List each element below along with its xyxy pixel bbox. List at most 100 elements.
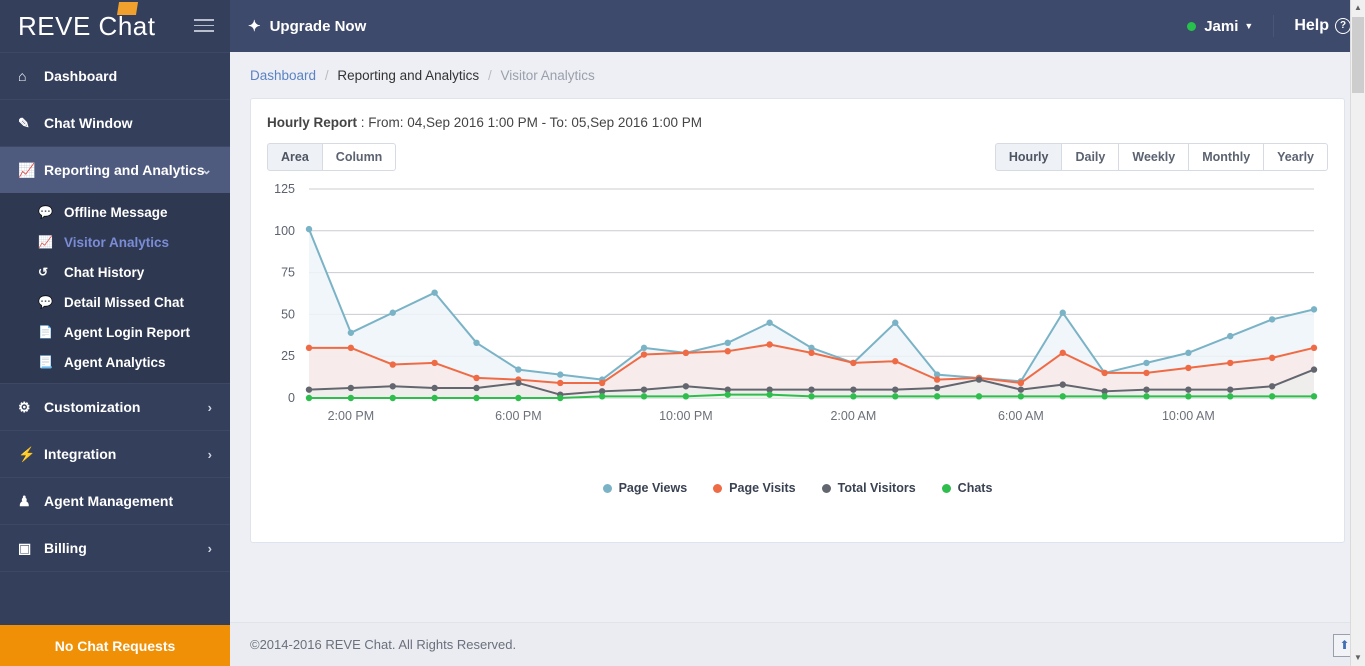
period-daily-button[interactable]: Daily [1061,143,1120,171]
upgrade-now-button[interactable]: ✦ Upgrade Now [248,17,367,36]
x-axis-tick-label: 6:00 AM [998,409,1044,423]
legend-item-chats[interactable]: Chats [941,481,992,495]
legend-swatch-icon [821,483,831,493]
legend-swatch-icon [602,483,612,493]
chart-type-column-button[interactable]: Column [321,143,397,171]
compose-icon: ✎ [18,114,30,131]
sidebar-spacer [0,571,230,625]
help-button[interactable]: Help ? [1294,17,1351,35]
chat-requests-banner[interactable]: No Chat Requests [0,625,230,666]
sidebar-item-label: Integration [44,446,117,462]
chart-point [766,341,773,348]
chart-point [389,394,396,402]
breadcrumb-link-dashboard[interactable]: Dashboard [250,68,316,83]
x-axis-tick-label: 10:00 PM [659,409,713,423]
sidebar-item-agent-analytics[interactable]: 📃 Agent Analytics [0,347,230,377]
sidebar-item-label: Billing [44,540,87,556]
chart-point [724,339,731,347]
breadcrumb-separator: / [487,68,492,83]
chart-point [1227,332,1234,340]
user-menu[interactable]: Jami ▼ [1187,18,1253,35]
chart-point [975,376,983,383]
period-weekly-button[interactable]: Weekly [1118,143,1190,171]
scrollbar-thumb[interactable] [1352,17,1364,93]
home-icon: ⌂ [18,68,27,84]
report-card: Hourly Report : From: 04,Sep 2016 1:00 P… [250,98,1345,543]
chart-point [347,394,355,402]
chart-point [808,393,815,400]
chart-point [1268,316,1276,323]
y-axis-tick-label: 75 [281,266,295,280]
chart-point [640,386,648,393]
brand-flag-icon [117,1,139,15]
sidebar-item-detail-missed-chat[interactable]: 💬 Detail Missed Chat [0,287,230,317]
chart-point [1059,381,1066,388]
chart-point [640,351,648,358]
chevron-right-icon: › [207,540,212,556]
chart-point [305,394,313,402]
chart-point [1143,359,1150,367]
question-circle-icon: ? [1335,18,1351,34]
chart-point [389,309,396,316]
chart-type-area-button[interactable]: Area [267,143,323,171]
chart-point [1101,369,1108,377]
sidebar-submenu-reporting: 💬 Offline Message 📈 Visitor Analytics ↺ … [0,193,230,383]
sidebar-subitem-label: Visitor Analytics [64,234,170,250]
report-title-label: Hourly Report [267,115,358,130]
sidebar-item-agent-login-report[interactable]: 📄 Agent Login Report [0,317,230,347]
chevron-down-icon: ⌄ [201,162,212,177]
scrollbar-up-arrow-icon[interactable]: ▲ [1351,0,1365,16]
sidebar-item-label: Reporting and Analytics [44,162,205,178]
scrollbar-down-arrow-icon[interactable]: ▼ [1351,650,1365,666]
chart-point [892,319,899,326]
chart-point [515,366,522,373]
file-lines-icon: 📃 [38,355,53,369]
hamburger-icon[interactable] [194,19,214,36]
sidebar-item-visitor-analytics[interactable]: 📈 Visitor Analytics [0,227,230,257]
period-hourly-button[interactable]: Hourly [994,143,1063,171]
sidebar-item-offline-message[interactable]: 💬 Offline Message [0,197,230,227]
page-scrollbar[interactable]: ▲ ▼ [1350,0,1365,666]
chart-point [682,349,690,357]
period-monthly-button[interactable]: Monthly [1188,143,1265,171]
sidebar-item-billing[interactable]: ▣ Billing › [0,524,230,571]
chart-point [808,349,815,357]
sidebar-item-chat-window[interactable]: ✎ Chat Window [0,99,230,146]
chart-point [1059,349,1066,357]
sidebar-item-chat-history[interactable]: ↺ Chat History [0,257,230,287]
chart-point [431,384,438,392]
card-icon: ▣ [18,539,32,556]
chart-point [431,289,438,296]
chart-point [557,379,564,387]
main-content: ✦ Upgrade Now Jami ▼ Help ? Dashboard / … [230,0,1365,666]
status-online-icon [1187,21,1197,31]
legend-label: Page Views [618,481,688,495]
sidebar-item-agent-management[interactable]: ♟ Agent Management [0,477,230,524]
chart-point [557,394,564,402]
legend-swatch-icon [941,483,951,493]
user-name-label: Jami [1204,17,1239,35]
breadcrumb-link-reporting[interactable]: Reporting and Analytics [337,68,479,83]
file-icon: 📄 [38,325,53,339]
chart-point [640,393,648,400]
sidebar-item-customization[interactable]: ⚙ Customization › [0,383,230,430]
top-bar: ✦ Upgrade Now Jami ▼ Help ? [230,0,1365,52]
chart-point [850,393,857,400]
chart-point [1268,383,1276,390]
legend-item-total-visitors[interactable]: Total Visitors [821,481,916,495]
period-yearly-button[interactable]: Yearly [1263,143,1328,171]
legend-item-page-views[interactable]: Page Views [602,481,688,495]
chart-point [975,393,983,400]
help-label: Help [1294,17,1329,34]
chart-point [1185,349,1192,357]
legend-item-page-visits[interactable]: Page Visits [713,481,796,495]
sidebar-item-integration[interactable]: ⚡ Integration › [0,430,230,477]
brand-logo[interactable]: REVE Chat [18,0,155,42]
upgrade-now-label: Upgrade Now [269,17,367,35]
chart-point [347,329,355,336]
sidebar-item-dashboard[interactable]: ⌂ Dashboard [0,52,230,99]
chart-point [1101,393,1108,400]
chart-type-button-group: Area Column [267,143,397,171]
chart-point [1185,364,1192,372]
sidebar-item-reporting-and-analytics[interactable]: 📈 Reporting and Analytics ⌄ [0,146,230,193]
